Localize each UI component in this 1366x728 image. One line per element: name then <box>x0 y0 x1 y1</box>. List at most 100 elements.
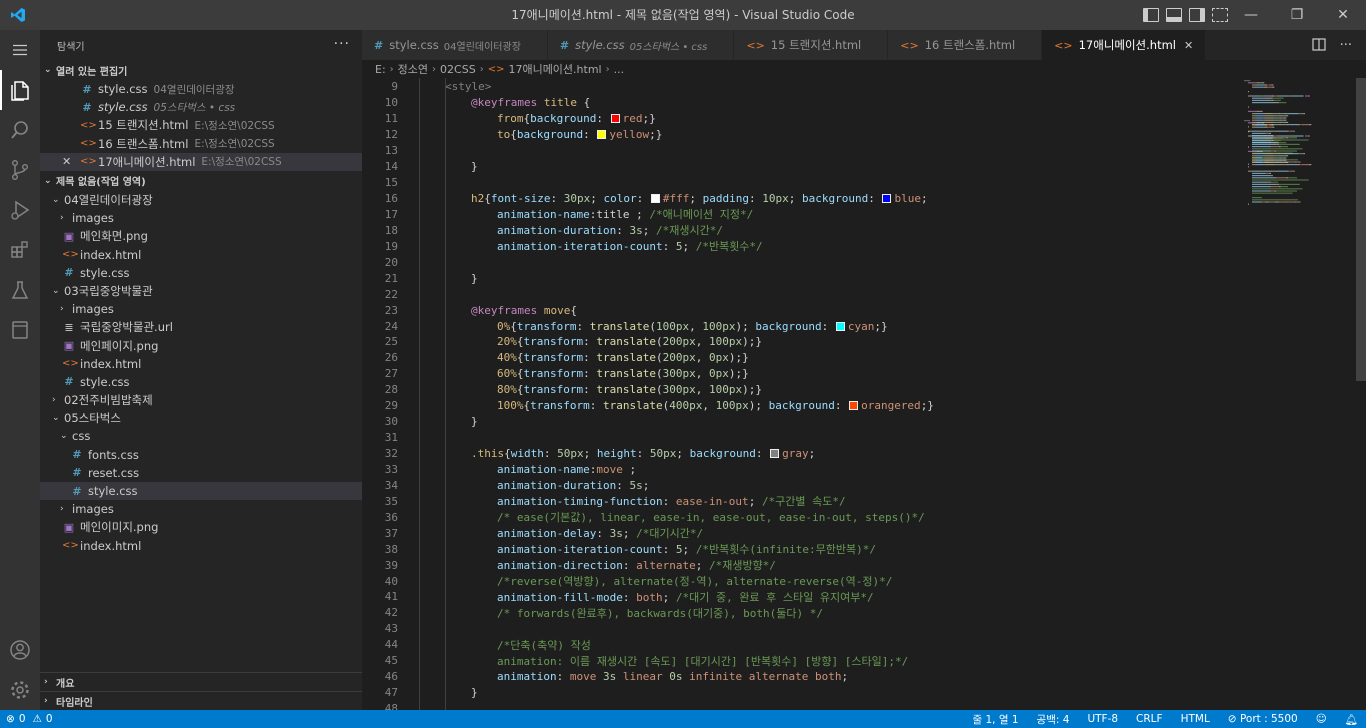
account-icon[interactable] <box>0 630 40 670</box>
source-control-icon[interactable] <box>0 150 40 190</box>
breadcrumb-item[interactable]: E: <box>375 63 386 76</box>
split-editor-icon[interactable] <box>1311 36 1326 55</box>
minimap-line <box>1273 153 1279 155</box>
indentation[interactable]: 공백: 4 <box>1037 712 1070 727</box>
editor-tab[interactable]: <> 17애니메이션.html ✕ <box>1042 30 1207 60</box>
minimap-line <box>1276 150 1297 152</box>
minimap-line <box>1272 97 1284 99</box>
tree-folder[interactable]: ⌄ 05스타벅스 <box>40 409 362 427</box>
open-editor-item[interactable]: <> 16 트랜스폼.html E:\정소연\02CSS <box>40 135 362 153</box>
open-editors-header[interactable]: ⌄ 열려 있는 편집기 <box>40 60 362 80</box>
editor-tab[interactable]: # style.css 05스타벅스 • css <box>547 30 735 60</box>
color-swatch[interactable] <box>650 194 660 204</box>
open-editor-item[interactable]: # style.css 04열린데이터광장 <box>40 80 362 98</box>
tree-file[interactable]: # style.css <box>40 481 362 501</box>
notifications-bell-icon[interactable]: 🔔︎ <box>1345 713 1358 726</box>
editor-scrollbar[interactable] <box>1354 78 1366 710</box>
tree-file[interactable]: # fonts.css <box>40 446 362 464</box>
toggle-secondary-sidebar-icon[interactable] <box>1189 8 1205 22</box>
minimap-line <box>1264 153 1273 155</box>
outline-header[interactable]: › 개요 <box>40 672 362 691</box>
minimap-line <box>1308 135 1310 137</box>
search-icon[interactable] <box>0 110 40 150</box>
toggle-primary-sidebar-icon[interactable] <box>1143 8 1159 22</box>
language-mode[interactable]: HTML <box>1181 713 1210 725</box>
minimap[interactable] <box>1232 78 1354 710</box>
menu-icon[interactable] <box>0 30 40 70</box>
restore-button[interactable]: ❐ <box>1274 0 1320 30</box>
line-ending[interactable]: CRLF <box>1136 713 1163 725</box>
minimap-line <box>1279 157 1281 159</box>
code-line: 31 <box>362 430 1232 446</box>
extensions-icon[interactable] <box>0 230 40 270</box>
tree-file[interactable]: <> index.html <box>40 355 362 373</box>
close-tab-icon[interactable]: ✕ <box>1184 39 1193 52</box>
editor-tab[interactable]: # style.css 04열린데이터광장 <box>362 30 548 60</box>
tree-folder[interactable]: ⌄ 03국립중앙박물관 <box>40 282 362 300</box>
explorer-icon[interactable] <box>0 70 40 110</box>
minimap-line <box>1268 175 1270 177</box>
tree-file[interactable]: ▣ 메인이미지.png <box>40 518 362 536</box>
code-text: /*reverse(역방향), alternate(정-역), alternat… <box>445 573 892 589</box>
close-icon[interactable]: ✕ <box>62 155 71 168</box>
tree-folder[interactable]: › images <box>40 500 362 518</box>
cursor-position[interactable]: 줄 1, 열 1 <box>973 712 1019 727</box>
remote-explorer-icon[interactable] <box>0 310 40 350</box>
code-text: h2{font-size: 30px; color: #fff; padding… <box>445 192 928 205</box>
explorer-sidebar: 탐색기 ··· ⌄ 열려 있는 편집기 # style.css 04열린데이터광장 #… <box>40 30 362 710</box>
open-editor-item[interactable]: ✕ <> 17애니메이션.html E:\정소연\02CSS <box>40 152 362 171</box>
tree-folder[interactable]: ⌄ 04열린데이터광장 <box>40 191 362 209</box>
code-token: background <box>755 319 822 333</box>
more-actions-icon[interactable]: ··· <box>1340 38 1352 53</box>
more-actions-icon[interactable]: ··· <box>334 36 350 52</box>
tree-folder[interactable]: › 02전주비빔밥축제 <box>40 391 362 409</box>
tree-file[interactable]: # style.css <box>40 373 362 391</box>
live-server-port[interactable]: ⊘ Port : 5500 <box>1228 713 1298 725</box>
workspace-header[interactable]: ⌄ 제목 없음(작업 영역) <box>40 171 362 191</box>
editor-tab[interactable]: <> 16 트랜스폼.html <box>888 30 1043 60</box>
tree-file[interactable]: # reset.css <box>40 464 362 482</box>
tree-file[interactable]: <> index.html <box>40 537 362 555</box>
tree-file[interactable]: ▣ 메인화면.png <box>40 227 362 245</box>
customize-layout-icon[interactable] <box>1212 8 1228 22</box>
code-token: : <box>834 399 849 413</box>
minimize-button[interactable]: — <box>1228 0 1274 30</box>
encoding[interactable]: UTF-8 <box>1087 713 1118 725</box>
tree-file[interactable]: # style.css <box>40 264 362 282</box>
tree-file[interactable]: <> index.html <box>40 246 362 264</box>
breadcrumb-item[interactable]: ... <box>614 63 625 76</box>
tree-file[interactable]: ≣ 국립중앙박물관.url <box>40 318 362 336</box>
color-swatch[interactable] <box>770 449 780 459</box>
open-editor-path: E:\정소연\02CSS <box>194 119 275 132</box>
toggle-panel-icon[interactable] <box>1166 8 1182 22</box>
code-token: to <box>497 128 511 142</box>
vscode-logo-icon[interactable] <box>0 0 35 30</box>
color-swatch[interactable] <box>597 130 607 140</box>
color-swatch[interactable] <box>882 194 892 204</box>
settings-gear-icon[interactable] <box>0 670 40 710</box>
open-editor-item[interactable]: # style.css 05스타벅스 • css <box>40 98 362 116</box>
tree-folder[interactable]: ⌄ css <box>40 427 362 445</box>
color-swatch[interactable] <box>610 114 620 124</box>
tree-file[interactable]: ▣ 메인페이지.png <box>40 336 362 354</box>
breadcrumb-item[interactable]: 17애니메이션.html <box>508 61 601 77</box>
color-swatch[interactable] <box>835 321 845 331</box>
minimap-line <box>1298 153 1300 155</box>
problems-status[interactable]: ⊗ 0 ⚠ 0 <box>0 713 53 725</box>
feedback-icon[interactable]: ☺ <box>1316 713 1327 725</box>
minimap-line <box>1264 172 1266 174</box>
editor-tab[interactable]: <> 15 트랜지션.html <box>734 30 889 60</box>
breadcrumb-item[interactable]: 02CSS <box>440 63 476 76</box>
timeline-header[interactable]: › 타임라인 <box>40 691 362 710</box>
tree-folder[interactable]: › images <box>40 209 362 227</box>
close-window-button[interactable]: ✕ <box>1320 0 1366 30</box>
testing-flask-icon[interactable] <box>0 270 40 310</box>
open-editor-item[interactable]: <> 15 트랜지션.html E:\정소연\02CSS <box>40 116 362 134</box>
code-editor[interactable]: 9 <style> 10 @keyframes title {11 from{backg… <box>362 78 1232 710</box>
run-debug-icon[interactable] <box>0 190 40 230</box>
scrollbar-thumb[interactable] <box>1356 78 1366 381</box>
tree-folder[interactable]: › images <box>40 300 362 318</box>
color-swatch[interactable] <box>849 401 859 411</box>
breadcrumb-item[interactable]: 정소연 <box>398 61 428 77</box>
